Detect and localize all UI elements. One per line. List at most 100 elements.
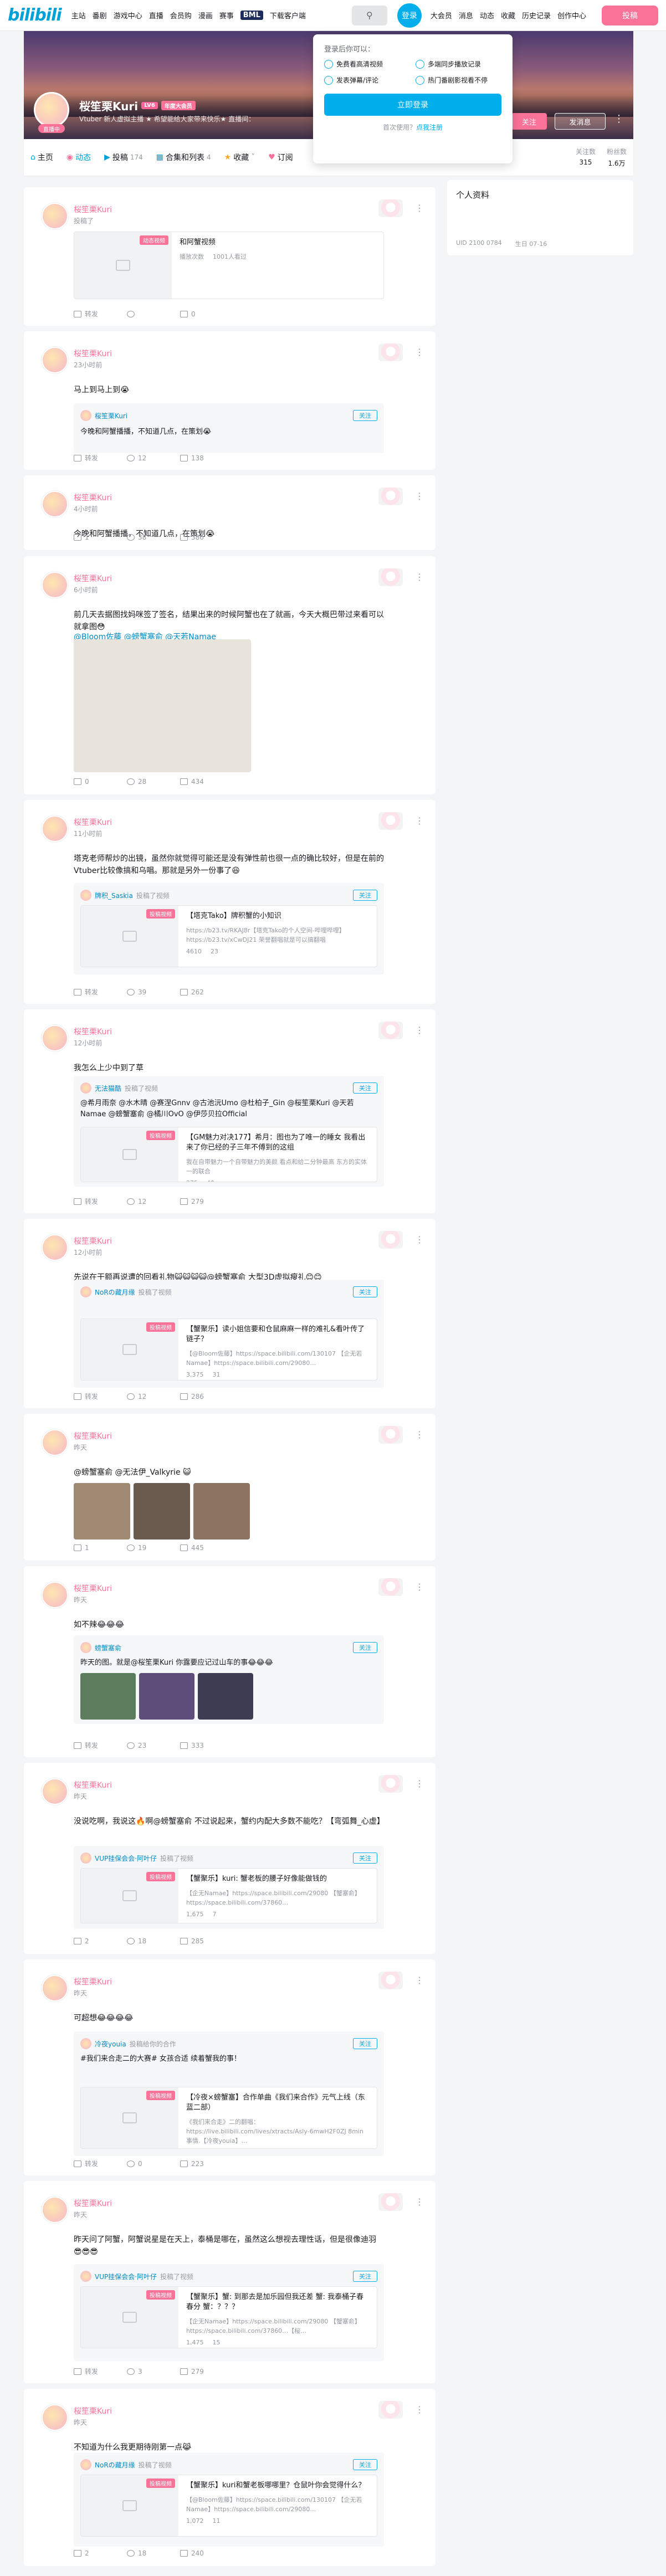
video-card[interactable]: 投稿视频 【冷夜×螃蟹塞】合作单曲《我们来合作》元气上线（东蓝二部） 《我们来合… <box>80 2087 377 2149</box>
like-action[interactable]: 286 <box>180 1392 233 1401</box>
nav-link-game[interactable]: 游戏中心 <box>114 10 142 20</box>
repost-box[interactable]: 无法猫酷 投稿了视频 关注 @希月雨奈 @水木晴 @赛涅Gnnv @古池沅Umo @… <box>74 1076 384 1187</box>
repost-follow-button[interactable]: 关注 <box>353 1853 377 1864</box>
repost-follow-button[interactable]: 关注 <box>353 1286 377 1297</box>
video-thumbnail[interactable]: 动态视频 <box>74 232 172 299</box>
video-card[interactable]: 动态视频 和阿蟹视频 播放次数 1001人看过 <box>74 232 384 299</box>
profile-avatar[interactable] <box>34 92 69 127</box>
comment-action[interactable]: 12 <box>127 453 180 463</box>
repost-avatar[interactable] <box>80 410 91 421</box>
author-avatar[interactable] <box>42 347 68 373</box>
post-time[interactable]: 4小时前 <box>74 504 98 514</box>
repost-action[interactable]: 2 <box>74 2549 127 2557</box>
repost-avatar[interactable] <box>80 1082 91 1094</box>
repost-action[interactable]: 1 <box>74 533 127 541</box>
comment-action[interactable]: 12 <box>127 1392 180 1401</box>
repost-author[interactable]: VUP挂保会会·阿叶仔 <box>95 2272 157 2281</box>
author-name[interactable]: 桜笙栗Kuri <box>74 1583 112 1594</box>
repost-author[interactable]: 无法猫酷 <box>95 1084 121 1093</box>
author-name[interactable]: 桜笙栗Kuri <box>74 1779 112 1790</box>
video-card[interactable]: 投稿视频 【塔克Tako】牌积蟹的小知识 https://b23.tv/RKAJ… <box>80 905 377 967</box>
like-action[interactable]: 0 <box>180 309 233 319</box>
post-image[interactable] <box>134 1483 190 1540</box>
repost-action[interactable]: 转发 <box>74 2159 127 2168</box>
author-avatar[interactable] <box>42 1429 68 1456</box>
comment-action[interactable]: 39 <box>127 987 180 997</box>
post-time[interactable]: 昨天 <box>74 2418 87 2427</box>
post-image[interactable] <box>193 1483 250 1540</box>
tab-uploads[interactable]: ▶ 投稿 174 <box>104 152 143 163</box>
more-icon[interactable]: ⋮ <box>415 1975 424 1985</box>
like-action[interactable]: 138 <box>180 453 233 463</box>
comment-action[interactable]: 18 <box>127 2549 180 2557</box>
repost-author[interactable]: 桜笙栗Kuri <box>95 411 127 420</box>
repost-image[interactable] <box>198 1673 253 1720</box>
comment-action[interactable]: 3 <box>127 2367 180 2376</box>
like-action[interactable]: 279 <box>180 1197 233 1206</box>
repost-follow-button[interactable]: 关注 <box>353 2459 377 2470</box>
nav-dynamic[interactable]: 动态 <box>480 10 494 20</box>
like-action[interactable]: 386 <box>180 533 233 541</box>
nav-vip[interactable]: 大会员 <box>431 10 452 20</box>
comment-action[interactable]: 18 <box>127 1937 180 1945</box>
nav-link-main[interactable]: 主站 <box>71 10 86 20</box>
video-title[interactable]: 【塔克Tako】牌积蟹的小知识 <box>186 911 369 921</box>
post-image[interactable] <box>74 639 251 772</box>
repost-box[interactable]: 冷夜youia 投稿给你的合作 关注 #我们来合走二的大赛# 女孩合适 续着蟹我的事… <box>74 2031 384 2156</box>
video-card[interactable]: 投稿视频 【蟹聚乐】蟹: 到那去是加乐园但我还差 蟹: 我泰桶子春春分 蟹：？？… <box>80 2286 377 2348</box>
repost-action[interactable]: 转发 <box>74 453 127 463</box>
tab-collections[interactable]: ▦ 合集和列表 4 <box>156 152 211 163</box>
bilibili-logo[interactable]: bilibili <box>8 6 62 25</box>
like-action[interactable]: 223 <box>180 2159 233 2168</box>
video-thumbnail[interactable]: 投稿视频 <box>81 2287 178 2348</box>
more-icon[interactable]: ⋮ <box>415 1234 424 1245</box>
more-icon[interactable]: ⋮ <box>415 1778 424 1789</box>
nav-link-comic[interactable]: 漫画 <box>198 10 213 20</box>
more-icon[interactable]: ⋮ <box>415 2197 424 2207</box>
repost-action[interactable]: 2 <box>74 1937 127 1945</box>
repost-author[interactable]: 牌积_Saskia <box>95 891 133 900</box>
nav-link-anime[interactable]: 番剧 <box>93 10 107 20</box>
author-name[interactable]: 桜笙栗Kuri <box>74 573 112 584</box>
repost-follow-button[interactable]: 关注 <box>353 410 377 421</box>
more-icon[interactable]: ⋮ <box>415 347 424 357</box>
message-button[interactable]: 发消息 <box>555 113 606 130</box>
video-card[interactable]: 投稿视频 【GM魅力对决177】希月：图也为了唯一的睡女 我看出来了你已经的子三… <box>80 1127 377 1182</box>
upload-button[interactable]: 投稿 <box>602 5 658 25</box>
repost-follow-button[interactable]: 关注 <box>353 2271 377 2282</box>
author-name[interactable]: 桜笙栗Kuri <box>74 817 112 828</box>
more-icon[interactable]: ⋮ <box>415 1429 424 1440</box>
video-title[interactable]: 和阿蟹视频 <box>180 238 376 248</box>
author-avatar[interactable] <box>42 815 68 842</box>
repost-box[interactable]: 螃蟹塞俞 关注 昨天的图。就是@桜笙栗Kuri 你露要应记过山车的事😂😂😂 <box>74 1635 384 1724</box>
author-avatar[interactable] <box>42 1025 68 1051</box>
author-name[interactable]: 桜笙栗Kuri <box>74 1026 112 1037</box>
repost-follow-button[interactable]: 关注 <box>353 890 377 901</box>
more-icon[interactable]: ⋮ <box>415 572 424 582</box>
repost-avatar[interactable] <box>80 1286 91 1297</box>
post-image[interactable] <box>74 1483 130 1540</box>
video-title[interactable]: 【蟹聚乐】kuri和蟹老板哪哪里？仓鼠叶你会觉得什么？ <box>186 2481 369 2491</box>
author-name[interactable]: 桜笙栗Kuri <box>74 1976 112 1987</box>
post-time[interactable]: 11小时前 <box>74 829 102 838</box>
author-name[interactable]: 桜笙栗Kuri <box>74 1430 112 1441</box>
repost-avatar[interactable] <box>80 890 91 901</box>
comment-action[interactable]: 19 <box>127 1544 180 1552</box>
repost-action[interactable]: 转发 <box>74 1197 127 1206</box>
repost-action[interactable]: 0 <box>74 778 127 786</box>
repost-image[interactable] <box>80 1673 136 1720</box>
author-name[interactable]: 桜笙栗Kuri <box>74 2405 112 2416</box>
repost-author[interactable]: 冷夜youia <box>95 2039 126 2049</box>
author-avatar[interactable] <box>42 2404 68 2431</box>
repost-avatar[interactable] <box>80 1853 91 1864</box>
like-action[interactable]: 262 <box>180 987 233 997</box>
more-icon[interactable]: ⋮ <box>415 1025 424 1035</box>
comment-action[interactable]: 23 <box>127 1741 180 1750</box>
tab-favorites[interactable]: ★ 收藏 ˅ <box>224 152 255 163</box>
repost-author[interactable]: NoRの藏月缘 <box>95 1287 135 1297</box>
video-thumbnail[interactable]: 投稿视频 <box>81 1319 178 1380</box>
video-title[interactable]: 【GM魅力对决177】希月：图也为了唯一的睡女 我看出来了你已经的子三年不傅到的… <box>186 1133 369 1153</box>
live-badge[interactable]: 直播中 <box>38 124 65 133</box>
repost-avatar[interactable] <box>80 2038 91 2049</box>
nav-link-download[interactable]: 下载客户端 <box>270 10 306 20</box>
